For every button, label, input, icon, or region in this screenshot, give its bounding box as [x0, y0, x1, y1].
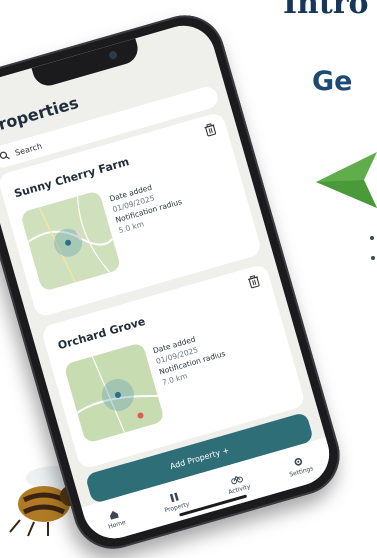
settings-icon — [294, 457, 303, 466]
search-placeholder: Search — [13, 140, 43, 158]
nav-item-activity[interactable]: Activity — [224, 471, 251, 496]
nav-item-property[interactable]: Property — [160, 489, 190, 514]
property-details: Date added 01/09/2025 Notification radiu… — [108, 175, 186, 236]
camera-icon — [108, 50, 119, 61]
activity-icon — [230, 475, 243, 484]
nav-item-home[interactable]: Home — [104, 507, 126, 530]
background-dot — [371, 256, 375, 260]
search-icon — [0, 150, 11, 162]
trash-icon[interactable] — [203, 122, 218, 138]
background-dot — [370, 236, 374, 240]
nav-label: Settings — [288, 464, 315, 479]
home-icon — [110, 510, 119, 520]
background-subheading: Ge — [312, 66, 353, 97]
green-arrow-graphic — [316, 152, 377, 208]
map-thumbnail[interactable] — [63, 342, 165, 444]
property-details: Date added 01/09/2025 Notification radiu… — [152, 327, 230, 388]
map-thumbnail[interactable] — [19, 190, 122, 292]
nav-item-settings[interactable]: Settings — [285, 453, 314, 478]
trash-icon[interactable] — [246, 274, 261, 290]
background-heading: Intro — [283, 0, 369, 21]
phone-notch — [31, 38, 142, 90]
property-icon — [169, 492, 179, 502]
